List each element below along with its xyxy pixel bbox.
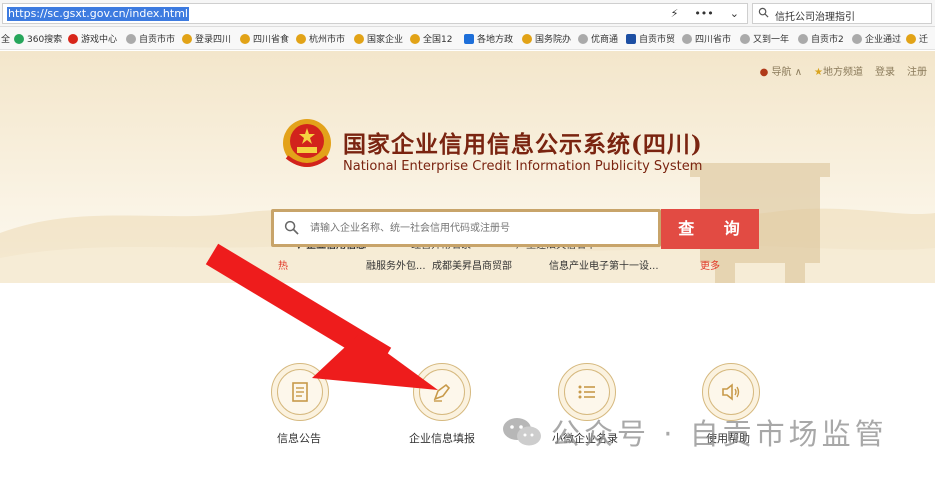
bookmark-item[interactable]: 自贡市贸 bbox=[626, 32, 675, 45]
login-link[interactable]: 登录 bbox=[875, 63, 895, 78]
bookmark-item[interactable]: 国务院办 bbox=[522, 32, 571, 45]
more-icon[interactable]: ••• bbox=[694, 7, 713, 20]
browser-address-bar: https://sc.gsxt.gov.cn/index.html ⚡ ••• … bbox=[0, 0, 935, 27]
globe-icon bbox=[798, 33, 808, 44]
bookmark-item[interactable]: 游戏中心 bbox=[68, 32, 117, 45]
url-text[interactable]: https://sc.gsxt.gov.cn/index.html bbox=[7, 7, 189, 21]
emblem-icon bbox=[522, 33, 532, 44]
query-button[interactable]: 查 询 bbox=[661, 209, 759, 249]
region-link[interactable]: ★地方频道 bbox=[814, 63, 863, 78]
location-icon: ● bbox=[759, 67, 769, 78]
svc-circle bbox=[564, 369, 610, 415]
search-icon bbox=[284, 220, 299, 235]
annotation-arrow bbox=[205, 243, 438, 390]
emblem-icon bbox=[354, 33, 364, 44]
bookmark-item[interactable]: 国家企业 bbox=[354, 32, 403, 45]
list-icon bbox=[578, 385, 595, 399]
bookmark-item[interactable]: 优商通 bbox=[578, 32, 618, 45]
globe-icon bbox=[578, 33, 588, 44]
bookmark-item[interactable]: 全国12 bbox=[410, 32, 452, 45]
bookmark-icon bbox=[68, 33, 78, 44]
bookmark-item[interactable]: 企业通过 bbox=[852, 32, 901, 45]
bookmark-item[interactable]: 杭州市市 bbox=[296, 32, 345, 45]
globe-icon bbox=[126, 33, 136, 44]
hot-search-link[interactable]: 信息产业电子第十一设... bbox=[549, 257, 659, 272]
national-emblem-icon bbox=[283, 119, 331, 167]
wechat-icon bbox=[503, 418, 541, 446]
hero-banner: ● 导航 ∧ ★地方频道 登录 注册 国家企业信用信息公示系统(四川) Nati… bbox=[0, 51, 935, 283]
url-actions: ⚡ ••• ⌄ bbox=[671, 7, 739, 20]
emblem-icon bbox=[906, 33, 916, 44]
speaker-icon bbox=[722, 383, 740, 401]
register-link[interactable]: 注册 bbox=[907, 63, 927, 78]
emblem-icon bbox=[240, 33, 250, 44]
emblem-icon bbox=[296, 33, 306, 44]
bookmark-icon bbox=[14, 33, 24, 44]
browser-search-text[interactable]: 信托公司治理指引 bbox=[775, 8, 855, 23]
search-icon bbox=[758, 7, 769, 18]
url-field[interactable]: https://sc.gsxt.gov.cn/index.html ⚡ ••• … bbox=[2, 3, 748, 24]
globe-icon bbox=[740, 33, 750, 44]
svc-circle bbox=[708, 369, 754, 415]
bookmarks-bar: 全 360搜索 游戏中心 自贡市市 登录四川 四川省食 杭州市市 国家企业 全国… bbox=[0, 27, 935, 50]
chevron-down-icon[interactable]: ⌄ bbox=[730, 7, 739, 20]
bookmark-item[interactable]: 自贡市2 bbox=[798, 32, 844, 45]
bookmark-item[interactable]: 四川省食 bbox=[240, 32, 289, 45]
page-title: 国家企业信用信息公示系统(四川) bbox=[343, 131, 703, 158]
more-link[interactable]: 更多 bbox=[700, 257, 720, 272]
bookmark-item[interactable]: 又到一年 bbox=[740, 32, 789, 45]
bookmark-item[interactable]: 四川省市 bbox=[682, 32, 731, 45]
browser-search-box[interactable]: 信托公司治理指引 bbox=[752, 3, 932, 24]
svc-label: 企业信息填报 bbox=[409, 432, 475, 445]
emblem-icon bbox=[182, 33, 192, 44]
page-subtitle: National Enterprise Credit Information P… bbox=[343, 159, 703, 174]
bookmark-item[interactable]: 全 bbox=[1, 32, 10, 45]
emblem-icon bbox=[410, 33, 420, 44]
top-navigation: ● 导航 ∧ ★地方频道 登录 注册 bbox=[760, 63, 927, 78]
bookmark-item[interactable]: 迁 bbox=[906, 32, 928, 45]
enterprise-search-input[interactable] bbox=[310, 219, 650, 237]
bookmark-item[interactable]: 自贡市市 bbox=[126, 32, 175, 45]
nav-link[interactable]: ● 导航 ∧ bbox=[760, 63, 802, 78]
watermark-text: 公众号 · 自贡市场监管 bbox=[551, 417, 888, 451]
lightning-icon[interactable]: ⚡ bbox=[671, 7, 679, 20]
globe-icon bbox=[682, 33, 692, 44]
bookmark-item[interactable]: 360搜索 bbox=[14, 32, 62, 45]
svc-label: 信息公告 bbox=[277, 432, 321, 445]
watermark: 公众号 · 自贡市场监管 bbox=[501, 411, 888, 453]
bookmark-icon bbox=[626, 33, 636, 44]
bookmark-item[interactable]: 登录四川 bbox=[182, 32, 231, 45]
bookmark-item[interactable]: 各地方政 bbox=[464, 32, 513, 45]
zhi-icon bbox=[464, 33, 474, 44]
globe-icon bbox=[852, 33, 862, 44]
star-icon: ★ bbox=[814, 67, 823, 78]
